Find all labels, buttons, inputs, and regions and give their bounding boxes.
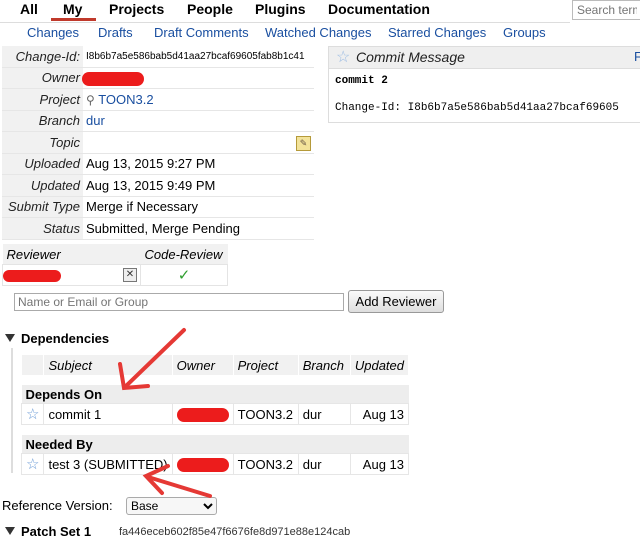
reviewers-table: Reviewer Code-Review ✕ ✓ — [2, 244, 228, 286]
subnav-groups[interactable]: Groups — [503, 25, 546, 40]
dependency-project: TOON3.2 — [232, 403, 299, 425]
collapse-triangle-icon — [5, 334, 15, 342]
star-col-header — [21, 355, 45, 375]
reference-version-label: Reference Version: — [2, 498, 113, 513]
depends-on-label: Depends On — [21, 385, 409, 404]
reviewer-header: Reviewer — [2, 244, 141, 265]
reference-version-select[interactable]: Base — [126, 497, 217, 515]
branch-link[interactable]: dur — [86, 113, 105, 128]
dependency-owner — [171, 403, 234, 425]
status-label: Status — [2, 217, 83, 240]
change-info-table: Change-Id: I8b6b7a5e586bab5d41aa27bcaf69… — [2, 46, 314, 240]
subnav-drafts[interactable]: Drafts — [98, 25, 133, 40]
dependency-branch: dur — [297, 453, 351, 475]
submit-type-label: Submit Type — [2, 196, 83, 218]
dependency-subject[interactable]: test 3 (SUBMITTED) — [43, 453, 173, 475]
needed-by-label: Needed By — [21, 435, 409, 454]
header-owner: Owner — [172, 355, 234, 375]
dependency-row[interactable]: ☆ commit 1 TOON3.2 dur Aug 13 — [20, 403, 410, 425]
header-subject: Subject — [43, 355, 173, 375]
redacted-reviewer — [3, 270, 61, 283]
patch-set-toggle[interactable]: Patch Set 1 — [5, 524, 91, 539]
dependency-row[interactable]: ☆ test 3 (SUBMITTED) TOON3.2 dur Aug 13 — [20, 453, 410, 475]
commit-message-right-marker[interactable]: F — [634, 49, 640, 64]
status-value: Submitted, Merge Pending — [83, 217, 314, 240]
subnav-watched-changes[interactable]: Watched Changes — [265, 25, 371, 40]
nav-my[interactable]: My — [63, 1, 82, 17]
sub-nav: Changes Drafts Draft Comments Watched Ch… — [0, 22, 570, 43]
dependency-branch: dur — [297, 403, 351, 425]
nav-people[interactable]: People — [187, 1, 233, 17]
nav-active-indicator — [51, 18, 96, 21]
header-branch: Branch — [298, 355, 351, 375]
redacted-owner — [82, 71, 144, 86]
star-icon[interactable]: ☆ — [336, 47, 350, 67]
code-review-vote: ✓ — [140, 264, 228, 286]
nav-documentation[interactable]: Documentation — [328, 1, 430, 17]
uploaded-label: Uploaded — [2, 153, 83, 175]
change-id-value: I8b6b7a5e586bab5d41aa27bcaf69605fab8b1c4… — [83, 46, 314, 68]
dependencies-toggle[interactable]: Dependencies — [5, 331, 109, 346]
owner-label: Owner — [2, 67, 83, 89]
redacted-owner — [176, 407, 229, 422]
commit-message-body: commit 2 Change-Id: I8b6b7a5e586bab5d41a… — [328, 68, 640, 123]
topic-label: Topic — [2, 131, 83, 154]
subnav-draft-comments[interactable]: Draft Comments — [154, 25, 249, 40]
project-label: Project — [2, 88, 83, 111]
header-project: Project — [233, 355, 299, 375]
uploaded-value: Aug 13, 2015 9:27 PM — [83, 153, 314, 175]
branch-label: Branch — [2, 110, 83, 132]
collapse-triangle-icon — [5, 527, 15, 535]
dependencies-table: Subject Owner Project Branch Updated Dep… — [20, 355, 410, 475]
updated-label: Updated — [2, 174, 83, 197]
top-nav: All My Projects People Plugins Documenta… — [0, 0, 640, 22]
patch-set-hash: fa446eceb602f85e47f6676fe8d971e88e124cab — [119, 526, 351, 538]
reviewer-cell: ✕ — [2, 264, 141, 286]
redacted-owner — [176, 457, 229, 472]
dependency-updated: Aug 13 — [349, 453, 410, 475]
nav-all[interactable]: All — [20, 1, 38, 17]
commit-message-line2: Change-Id: I8b6b7a5e586bab5d41aa27bcaf69… — [335, 102, 619, 114]
search-input[interactable] — [572, 0, 640, 20]
add-reviewer-button[interactable]: Add Reviewer — [348, 290, 444, 313]
dependencies-title: Dependencies — [21, 331, 110, 346]
updated-value: Aug 13, 2015 9:49 PM — [83, 174, 314, 197]
commit-message-line1: commit 2 — [335, 75, 388, 87]
star-icon[interactable]: ☆ — [26, 406, 39, 423]
dependencies-guide-line — [11, 348, 13, 473]
nav-projects[interactable]: Projects — [109, 1, 164, 17]
dependency-project: TOON3.2 — [232, 453, 299, 475]
star-icon[interactable]: ☆ — [26, 456, 39, 473]
dependency-owner — [171, 453, 234, 475]
subnav-changes[interactable]: Changes — [27, 25, 79, 40]
header-updated: Updated — [350, 355, 410, 375]
change-id-label: Change-Id: — [2, 46, 83, 68]
commit-message-title: Commit Message — [356, 49, 465, 65]
subnav-starred-changes[interactable]: Starred Changes — [388, 25, 486, 40]
remove-reviewer-icon[interactable]: ✕ — [123, 268, 137, 282]
dependency-updated: Aug 13 — [349, 403, 410, 425]
nav-plugins[interactable]: Plugins — [255, 1, 306, 17]
submit-type-value: Merge if Necessary — [83, 196, 314, 218]
owner-value[interactable] — [82, 67, 314, 89]
reviewer-input[interactable] — [14, 293, 344, 311]
dependency-subject[interactable]: commit 1 — [43, 403, 173, 425]
edit-topic-icon[interactable]: ✎ — [296, 135, 311, 151]
search-icon[interactable]: ⚲ — [86, 93, 95, 107]
code-review-header: Code-Review — [140, 244, 228, 265]
commit-message-header: ☆ Commit Message F — [328, 46, 640, 69]
project-link[interactable]: TOON3.2 — [98, 92, 153, 107]
patch-set-label: Patch Set 1 — [21, 524, 92, 539]
